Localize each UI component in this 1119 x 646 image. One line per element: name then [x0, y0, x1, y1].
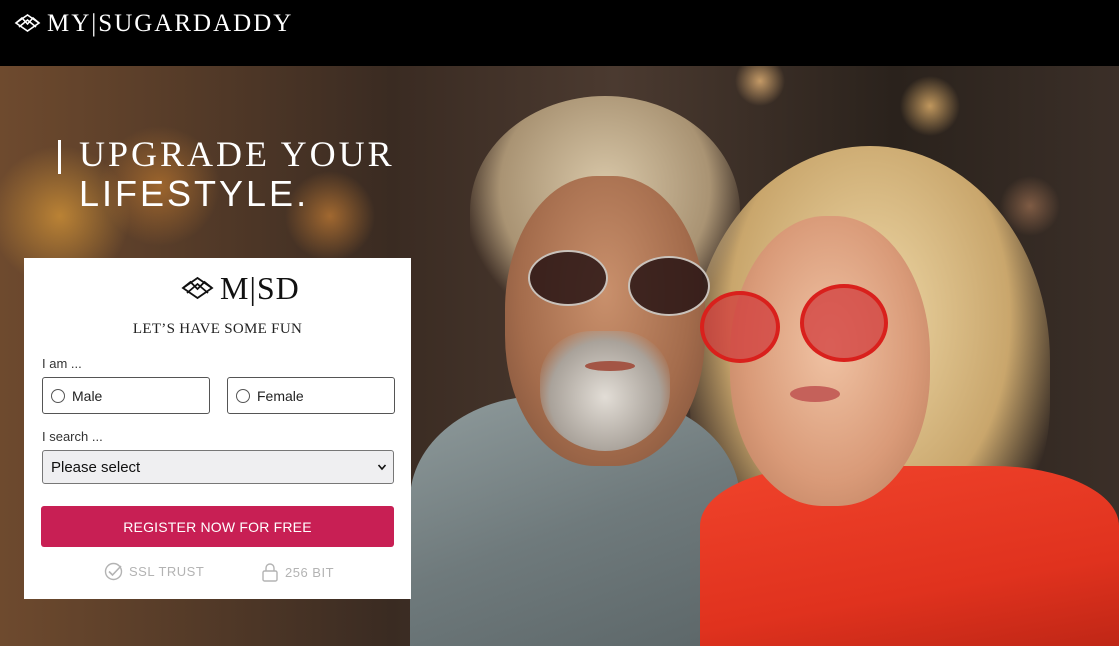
search-label: I search ... — [42, 429, 103, 444]
encryption-label: 256 BIT — [285, 564, 335, 580]
hero-photo-woman-sunglasses-left — [700, 291, 780, 363]
encryption-badge: 256 BIT — [261, 562, 334, 582]
hero-photo-man-beard — [540, 331, 670, 451]
hero-photo-man-sunglasses-right — [628, 256, 710, 316]
hero-photo-man-lips — [585, 361, 635, 371]
search-select-value: Please select — [51, 458, 141, 476]
chevron-down-icon — [377, 464, 387, 471]
brand-name: MY|SUGARDADDY — [47, 9, 294, 37]
radio-circle-icon — [236, 388, 250, 403]
card-logo-text: M|SD — [220, 270, 300, 306]
iam-label: I am ... — [42, 356, 82, 371]
brand-logo-link[interactable]: MY|SUGARDADDY — [14, 8, 293, 38]
check-circle-icon — [104, 562, 123, 581]
radio-circle-icon — [51, 388, 65, 403]
register-button[interactable]: REGISTER NOW FOR FREE — [41, 506, 394, 547]
register-button-label: REGISTER NOW FOR FREE — [123, 518, 312, 535]
hero-photo-woman-lips — [790, 386, 840, 402]
headline-line-2: LIFESTYLE. — [79, 173, 310, 214]
hero-photo-woman-dress — [700, 466, 1119, 646]
gender-female-label: Female — [257, 387, 304, 404]
search-preference-select[interactable]: Please select — [42, 450, 394, 484]
gender-female-radio[interactable]: Female — [227, 377, 395, 414]
gender-male-radio[interactable]: Male — [42, 377, 210, 414]
hero-photo-man-sunglasses-left — [528, 250, 608, 306]
headline-line-1: UPGRADE YOUR — [79, 134, 395, 174]
top-navigation-bar: MY|SUGARDADDY — [0, 0, 1119, 66]
gender-male-label: Male — [72, 387, 103, 404]
ssl-trust-label: SSL TRUST — [129, 564, 205, 579]
ssl-trust-badge: SSL TRUST — [104, 562, 204, 581]
card-tagline: LET’S HAVE SOME FUN — [132, 321, 303, 337]
hero-headline: UPGRADE YOUR LIFESTYLE. — [79, 134, 395, 214]
headline-accent-bar — [58, 140, 61, 174]
lock-icon — [262, 563, 278, 582]
envelope-diamond-logo-icon — [14, 14, 41, 32]
card-logo: M|SD — [181, 272, 300, 304]
hero-photo-woman-sunglasses-right — [800, 284, 888, 362]
hero-photo-woman-face — [730, 216, 930, 506]
signup-card: M|SD LET’S HAVE SOME FUN I am ... Male F… — [24, 258, 411, 599]
envelope-diamond-logo-icon — [181, 276, 214, 300]
